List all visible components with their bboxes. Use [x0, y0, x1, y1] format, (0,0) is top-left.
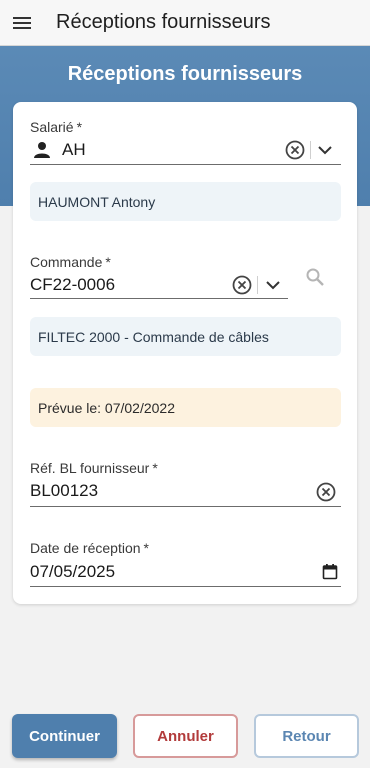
- continue-button[interactable]: Continuer: [12, 714, 117, 758]
- page-title: Réceptions fournisseurs: [67, 63, 303, 85]
- salarie-label: Salarié *: [30, 119, 82, 135]
- app-header: Réceptions fournisseurs: [0, 0, 370, 46]
- salarie-select[interactable]: AH: [62, 140, 86, 160]
- commande-label: Commande *: [30, 254, 111, 270]
- ref-bl-input[interactable]: BL00123: [30, 481, 98, 501]
- ref-bl-label: Réf. BL fournisseur *: [30, 460, 158, 476]
- commande-label-text: Commande: [30, 254, 103, 270]
- clear-icon[interactable]: [232, 275, 252, 295]
- planned-date-notice: Prévue le: 07/02/2022: [30, 388, 341, 427]
- ref-bl-underline: [30, 506, 341, 507]
- date-reception-input[interactable]: 07/05/2025: [30, 562, 115, 582]
- search-icon[interactable]: [305, 267, 325, 287]
- salarie-underline: [30, 164, 341, 165]
- date-reception-underline: [30, 586, 341, 587]
- required-marker: *: [152, 460, 158, 476]
- salarie-info-box: HAUMONT Antony: [30, 182, 341, 221]
- date-reception-label: Date de réception *: [30, 540, 149, 556]
- chevron-down-icon[interactable]: [317, 143, 333, 157]
- chevron-down-icon[interactable]: [265, 278, 281, 292]
- person-icon: [34, 142, 50, 158]
- clear-icon[interactable]: [316, 482, 336, 502]
- salarie-label-text: Salarié: [30, 119, 74, 135]
- commande-info-box: FILTEC 2000 - Commande de câbles: [30, 317, 341, 356]
- hamburger-menu-icon[interactable]: [12, 15, 32, 31]
- menu-button[interactable]: [0, 0, 44, 46]
- app-title: Réceptions fournisseurs: [56, 11, 271, 33]
- required-marker: *: [76, 119, 83, 135]
- separator: [257, 276, 258, 294]
- clear-icon[interactable]: [285, 140, 305, 160]
- back-button[interactable]: Retour: [254, 714, 359, 758]
- separator: [310, 141, 311, 159]
- required-marker: *: [105, 254, 111, 270]
- date-reception-label-text: Date de réception: [30, 540, 141, 556]
- commande-select[interactable]: CF22-0006: [30, 275, 115, 295]
- required-marker: *: [143, 540, 149, 556]
- commande-underline: [30, 298, 288, 299]
- ref-bl-label-text: Réf. BL fournisseur: [30, 460, 150, 476]
- reception-form-card: Salarié * AH HAUMONT Antony Commande * CF2…: [13, 102, 357, 604]
- calendar-icon[interactable]: [322, 563, 338, 580]
- cancel-button[interactable]: Annuler: [133, 714, 238, 758]
